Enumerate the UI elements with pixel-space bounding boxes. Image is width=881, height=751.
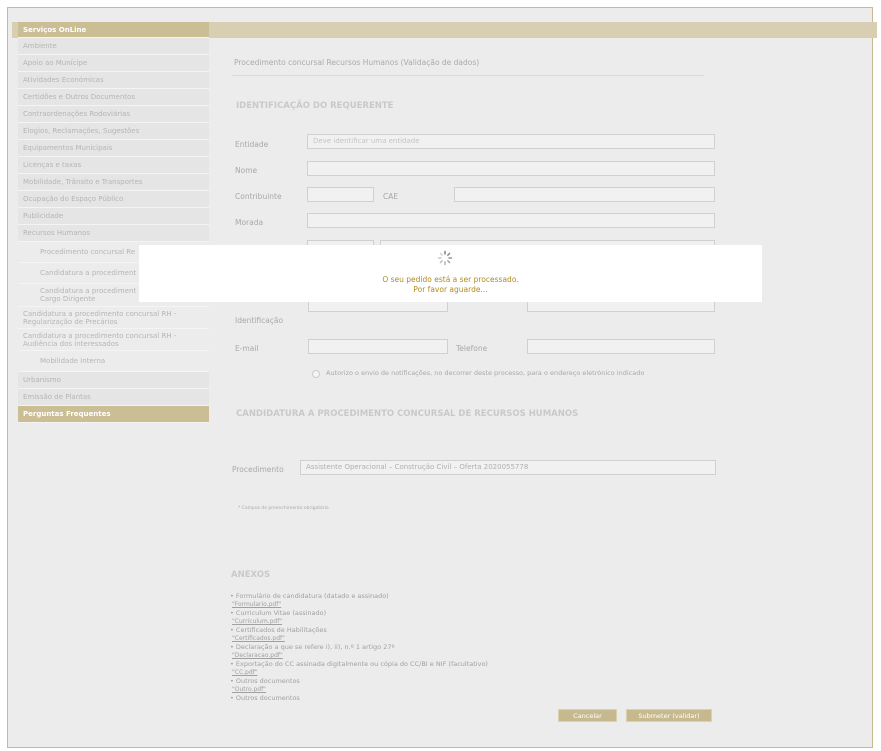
cancel-button[interactable]: Cancelar (558, 709, 617, 722)
sidebar-item-atividades[interactable]: Atividades Económicas (18, 72, 209, 89)
contribuinte-field[interactable] (307, 187, 374, 202)
sidebar-item-ocupacao[interactable]: Ocupação do Espaço Público (18, 191, 209, 208)
annex-item-text: Curriculum Vitae (assinado) (235, 609, 327, 617)
section-anexos: ANEXOS (231, 570, 271, 580)
annex-link[interactable]: "Curriculum.pdf" (232, 618, 282, 625)
sidebar: Serviços OnLine Ambiente Apoio ao Muníci… (18, 22, 209, 423)
sidebar-subitem-line: Cargo Dirigente (40, 295, 96, 303)
annex-link[interactable]: "Certificados.pdf" (232, 635, 285, 642)
nome-field[interactable] (307, 161, 715, 176)
sidebar-item-apoio[interactable]: Apoio ao Munícipe (18, 55, 209, 72)
entidade-field[interactable]: Deve identificar uma entidade (307, 134, 715, 149)
label-telefone: Telefone (456, 344, 488, 353)
title-divider (232, 75, 704, 76)
page-title: Procedimento concursal Recursos Humanos … (234, 58, 480, 67)
sidebar-item-contraordenacoes[interactable]: Contraordenações Rodoviárias (18, 106, 209, 123)
annex-item: • Curriculum Vitae (assinado) (230, 609, 327, 617)
sidebar-item-mobilidade[interactable]: Mobilidade, Trânsito e Transportes (18, 174, 209, 191)
annex-item-text: Certificados de Habilitações (235, 626, 327, 634)
sidebar-item-equipamentos[interactable]: Equipamentos Municipais (18, 140, 209, 157)
processing-message: O seu pedido está a ser processado. (382, 275, 519, 284)
notificacoes-checkbox[interactable] (312, 370, 320, 378)
cae-field[interactable] (454, 187, 715, 202)
annex-item: • Outros documentos (230, 677, 300, 685)
notificacoes-label: Autorizo o envio de notificações, no dec… (326, 369, 645, 377)
label-procedimento: Procedimento (232, 465, 284, 474)
sidebar-subitem-line: Candidatura a procedimento concursal RH … (23, 310, 177, 318)
sidebar-subitem-line: Audiência dos interessados (23, 340, 119, 348)
sidebar-subitem-mobilidade-interna[interactable]: Mobilidade interna (18, 351, 209, 372)
morada-field[interactable] (307, 213, 715, 228)
annex-item-text: Outros documentos (235, 677, 300, 685)
sidebar-subitem-precarios[interactable]: Candidatura a procedimento concursal RH … (18, 307, 209, 329)
sidebar-item-plantas[interactable]: Emissão de Plantas (18, 389, 209, 406)
sidebar-item-faq[interactable]: Perguntas Frequentes (18, 406, 209, 423)
required-note: * Campos de preenchimento obrigatório (238, 506, 329, 511)
sidebar-item-ambiente[interactable]: Ambiente (18, 38, 209, 55)
annex-item: • Exportação do CC assinada digitalmente… (230, 660, 488, 668)
sidebar-subitem-audiencia[interactable]: Candidatura a procedimento concursal RH … (18, 329, 209, 351)
telefone-field[interactable] (527, 339, 715, 354)
annex-item: • Outros documentos (230, 694, 300, 702)
annex-link[interactable]: "Outro.pdf" (232, 686, 266, 693)
annex-link[interactable]: "Declaracao.pdf" (232, 652, 283, 659)
sidebar-item-publicidade[interactable]: Publicidade (18, 208, 209, 225)
annex-link[interactable]: "CC.pdf" (232, 669, 258, 676)
submit-button[interactable]: Submeter (validar) (626, 709, 712, 722)
sidebar-header: Serviços OnLine (18, 22, 209, 38)
procedimento-select[interactable]: Assistente Operacional – Construção Civi… (300, 460, 716, 475)
email-field[interactable] (308, 339, 448, 354)
sidebar-item-licencas[interactable]: Licenças e taxas (18, 157, 209, 174)
annex-item-text: Outros documentos (235, 694, 300, 702)
processing-wait: Por favor aguarde... (413, 285, 488, 294)
label-cae: CAE (383, 192, 399, 201)
annex-item: • Declaração a que se refere i), ii), n.… (230, 643, 395, 651)
annex-item-text: Exportação do CC assinada digitalmente o… (235, 660, 488, 668)
sidebar-subitem-line: Candidatura a procedimento concursal RH … (23, 332, 177, 340)
sidebar-item-certidoes[interactable]: Certidões e Outros Documentos (18, 89, 209, 106)
section-identificacao: IDENTIFICAÇÃO DO REQUERENTE (236, 101, 394, 111)
sidebar-subitem-line: Candidatura a procediment (40, 287, 137, 295)
label-morada: Morada (235, 218, 264, 227)
sidebar-item-elogios[interactable]: Elogios, Reclamações, Sugestões (18, 123, 209, 140)
label-email: E-mail (235, 344, 259, 353)
sidebar-item-recursos-humanos[interactable]: Recursos Humanos (18, 225, 209, 242)
label-entidade: Entidade (235, 140, 269, 149)
label-nome: Nome (235, 166, 258, 175)
loading-spinner-icon (437, 250, 453, 269)
label-contribuinte: Contribuinte (235, 192, 282, 201)
label-identificacao: Identificação (235, 316, 284, 325)
sidebar-subitem-line: Regularização de Precários (23, 318, 118, 326)
annex-item-text: Formulário de candidatura (datado e assi… (235, 592, 389, 600)
sidebar-item-urbanismo[interactable]: Urbanismo (18, 372, 209, 389)
annex-item: • Formulário de candidatura (datado e as… (230, 592, 389, 600)
annex-link[interactable]: "Formulario.pdf" (232, 601, 281, 608)
section-candidatura: CANDIDATURA A PROCEDIMENTO CONCURSAL DE … (236, 409, 579, 419)
annex-item-text: Declaração a que se refere i), ii), n.º … (235, 643, 395, 651)
annex-item: • Certificados de Habilitações (230, 626, 327, 634)
